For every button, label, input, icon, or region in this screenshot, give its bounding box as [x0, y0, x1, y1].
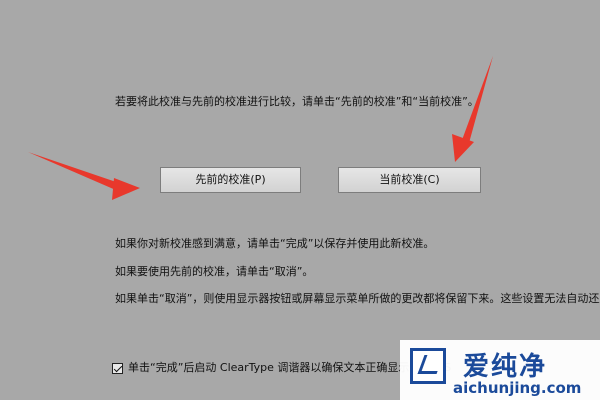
watermark-brand: 爱纯净 — [463, 352, 548, 382]
left-arrow-icon — [28, 152, 140, 200]
watermark-domain: aichunjing.com — [453, 379, 582, 397]
watermark: 爱纯净 aichunjing.com — [400, 340, 600, 400]
site-logo-icon — [410, 348, 446, 384]
right-arrow-icon — [452, 56, 493, 162]
